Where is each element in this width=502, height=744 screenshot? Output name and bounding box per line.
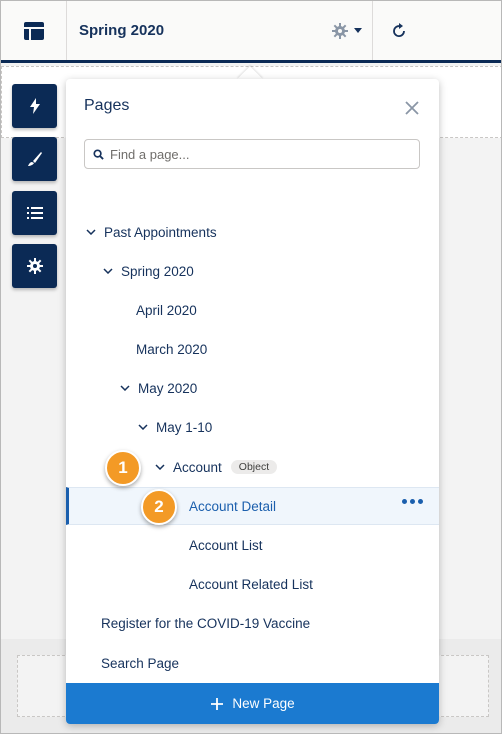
tree-item-spring-2020[interactable]: Spring 2020 bbox=[66, 252, 439, 290]
more-actions-button[interactable] bbox=[402, 499, 423, 504]
layout-icon bbox=[23, 21, 44, 40]
close-button[interactable] bbox=[402, 98, 422, 118]
refresh-button[interactable] bbox=[381, 1, 417, 60]
chevron-down-icon[interactable] bbox=[101, 268, 115, 274]
more-dot bbox=[410, 499, 415, 504]
page-search bbox=[84, 139, 420, 169]
app-window: Spring 2020 Pages Find a page... Past Ap… bbox=[0, 0, 502, 734]
tree-item-label: Account bbox=[173, 459, 222, 475]
tree-item-label: March 2020 bbox=[136, 341, 208, 357]
header-bar: Spring 2020 bbox=[1, 1, 501, 63]
brush-icon bbox=[27, 152, 42, 166]
search-input[interactable] bbox=[110, 146, 410, 162]
tree-item-label: Account Detail bbox=[189, 498, 277, 514]
tree-item-label: May 2020 bbox=[138, 380, 198, 396]
tree-item-label: Search Page bbox=[101, 655, 180, 671]
tree-item-may-2020[interactable]: May 2020 bbox=[66, 369, 439, 407]
components-tool-button[interactable] bbox=[12, 84, 57, 128]
panel-title: Pages bbox=[84, 97, 130, 114]
chevron-down-icon[interactable] bbox=[118, 385, 132, 391]
gear-icon bbox=[331, 22, 348, 39]
tree-item-account-related-list[interactable]: Account Related List bbox=[66, 565, 439, 603]
tree-item-march-2020[interactable]: March 2020 bbox=[66, 330, 439, 368]
more-dot bbox=[402, 499, 407, 504]
list-icon bbox=[26, 207, 43, 219]
object-badge: Object bbox=[230, 460, 278, 474]
pages-panel: Pages Past Appointments Spring 2020 bbox=[66, 79, 439, 724]
refresh-icon bbox=[393, 22, 405, 37]
callout-badge-1: 1 bbox=[105, 450, 141, 486]
tree-item-label: Account Related List bbox=[189, 576, 313, 592]
tree-item-account-detail[interactable]: Account Detail bbox=[66, 487, 439, 525]
tree-item-search-page[interactable]: Search Page bbox=[66, 644, 439, 682]
caret-down-icon bbox=[353, 27, 362, 33]
lightning-icon bbox=[29, 98, 40, 114]
tree-item-account-list[interactable]: Account List bbox=[66, 526, 439, 564]
plus-icon bbox=[211, 697, 224, 710]
more-dot bbox=[418, 499, 423, 504]
search-icon bbox=[93, 148, 104, 160]
theme-tool-button[interactable] bbox=[12, 137, 57, 181]
chevron-down-icon[interactable] bbox=[153, 464, 167, 470]
pages-tool-button[interactable] bbox=[12, 191, 57, 235]
settings-tool-button[interactable] bbox=[12, 244, 57, 288]
new-page-label: New Page bbox=[232, 696, 295, 711]
page-title: Spring 2020 bbox=[79, 22, 165, 39]
tree-item-register-covid-vaccine[interactable]: Register for the COVID-19 Vaccine bbox=[66, 604, 439, 642]
close-icon bbox=[405, 101, 419, 115]
new-page-button[interactable]: New Page bbox=[66, 683, 439, 724]
tree-item-label: May 1-10 bbox=[156, 419, 213, 435]
callout-badge-2: 2 bbox=[141, 489, 177, 525]
tree-item-april-2020[interactable]: April 2020 bbox=[66, 291, 439, 329]
tree-item-label: April 2020 bbox=[136, 302, 197, 318]
tree-item-label: Spring 2020 bbox=[121, 263, 194, 279]
page-settings-menu[interactable] bbox=[321, 1, 373, 60]
chevron-down-icon[interactable] bbox=[136, 424, 150, 430]
tree-item-past-appointments[interactable]: Past Appointments bbox=[66, 213, 439, 251]
tree-item-label: Past Appointments bbox=[104, 224, 217, 240]
chevron-down-icon[interactable] bbox=[84, 229, 98, 235]
tree-item-label: Register for the COVID-19 Vaccine bbox=[101, 615, 311, 631]
tree-item-label: Account List bbox=[189, 537, 263, 553]
gear-icon bbox=[26, 258, 43, 274]
tree-item-may-1-10[interactable]: May 1-10 bbox=[66, 408, 439, 446]
layout-menu-button[interactable] bbox=[1, 1, 67, 60]
